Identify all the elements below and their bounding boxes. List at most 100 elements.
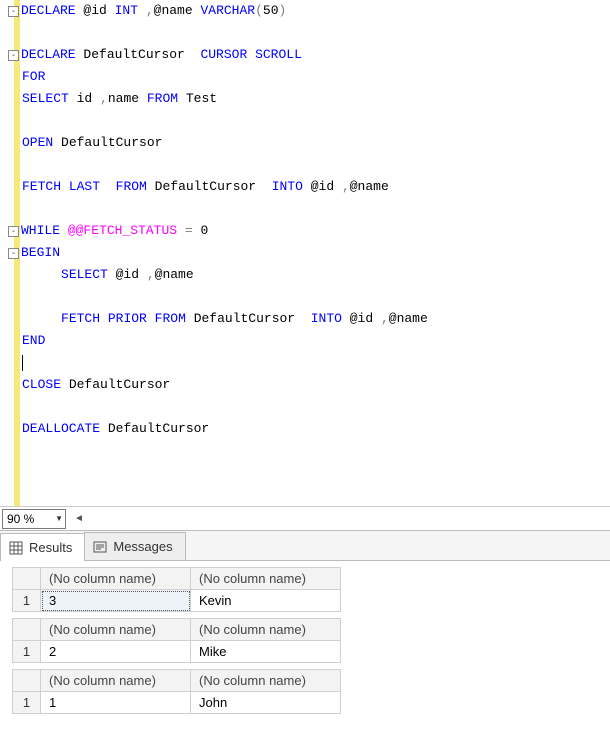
tab-results[interactable]: Results — [0, 533, 85, 561]
code-line[interactable]: OPEN DefaultCursor — [22, 132, 610, 154]
code-line[interactable]: END — [22, 330, 610, 352]
code-token: , — [147, 264, 155, 286]
code-line[interactable]: CLOSE DefaultCursor — [22, 374, 610, 396]
code-area[interactable]: -DECLARE @id INT ,@name VARCHAR(50) -DECL… — [20, 0, 610, 506]
row-number[interactable]: 1 — [13, 641, 41, 663]
column-header[interactable]: (No column name) — [191, 670, 341, 692]
code-token: @id — [108, 264, 147, 286]
cell[interactable]: 2 — [41, 641, 191, 663]
code-line[interactable]: DEALLOCATE DefaultCursor — [22, 418, 610, 440]
code-line[interactable] — [22, 110, 610, 132]
text-caret — [22, 355, 23, 371]
code-token: = — [185, 220, 193, 242]
code-token — [22, 264, 61, 286]
code-token: INTO — [311, 308, 342, 330]
code-token: Test — [178, 88, 217, 110]
code-token — [247, 44, 255, 66]
grid-corner — [13, 568, 41, 590]
code-token — [60, 220, 68, 242]
code-token: , — [381, 308, 389, 330]
code-token: LAST — [69, 176, 100, 198]
code-token: DEALLOCATE — [22, 418, 100, 440]
code-token: SELECT — [61, 264, 108, 286]
code-token: BEGIN — [21, 242, 60, 264]
zoom-select[interactable]: 90 % ▼ — [2, 509, 66, 529]
code-token — [100, 308, 108, 330]
tab-results-label: Results — [29, 540, 72, 555]
cell[interactable]: 3 — [41, 590, 191, 612]
row-number[interactable]: 1 — [13, 590, 41, 612]
code-token: FROM — [147, 88, 178, 110]
code-token: FETCH — [22, 176, 61, 198]
cell[interactable]: John — [191, 692, 341, 714]
code-token: FOR — [22, 66, 45, 88]
code-line[interactable]: -DECLARE DefaultCursor CURSOR SCROLL — [22, 44, 610, 66]
code-token: @name — [155, 264, 194, 286]
code-token — [61, 176, 69, 198]
code-line[interactable] — [22, 22, 610, 44]
code-line[interactable] — [22, 352, 610, 374]
code-line[interactable]: FETCH PRIOR FROM DefaultCursor INTO @id … — [22, 308, 610, 330]
chevron-down-icon: ▼ — [55, 514, 63, 523]
tab-messages-label: Messages — [113, 539, 172, 554]
code-line[interactable]: -DECLARE @id INT ,@name VARCHAR(50) — [22, 0, 610, 22]
code-token: @id — [76, 0, 115, 22]
code-token: CURSOR — [200, 44, 247, 66]
code-line[interactable]: SELECT @id ,@name — [22, 264, 610, 286]
column-header[interactable]: (No column name) — [41, 619, 191, 641]
tab-messages[interactable]: Messages — [84, 532, 185, 560]
column-header[interactable]: (No column name) — [191, 568, 341, 590]
code-token: DECLARE — [21, 0, 76, 22]
column-header[interactable]: (No column name) — [191, 619, 341, 641]
cell[interactable]: Mike — [191, 641, 341, 663]
code-token: id — [69, 88, 100, 110]
fold-toggle[interactable]: - — [8, 6, 19, 17]
grid-corner — [13, 670, 41, 692]
column-header[interactable]: (No column name) — [41, 568, 191, 590]
code-line[interactable]: FETCH LAST FROM DefaultCursor INTO @id ,… — [22, 176, 610, 198]
code-line[interactable] — [22, 286, 610, 308]
code-line[interactable] — [22, 396, 610, 418]
code-token — [147, 308, 155, 330]
sql-editor[interactable]: -DECLARE @id INT ,@name VARCHAR(50)-DECL… — [0, 0, 610, 506]
cell[interactable]: Kevin — [191, 590, 341, 612]
fold-toggle[interactable]: - — [8, 226, 19, 237]
scroll-left-icon: ◄ — [74, 512, 84, 526]
code-token — [22, 308, 61, 330]
code-line[interactable]: -WHILE @@FETCH_STATUS = 0 — [22, 220, 610, 242]
code-token: name — [108, 88, 147, 110]
code-token: INTO — [272, 176, 303, 198]
code-token: , — [146, 0, 154, 22]
result-grid[interactable]: (No column name)(No column name)13Kevin — [12, 567, 341, 612]
code-line[interactable]: -BEGIN — [22, 242, 610, 264]
result-grid[interactable]: (No column name)(No column name)12Mike — [12, 618, 341, 663]
column-header[interactable]: (No column name) — [41, 670, 191, 692]
code-token: WHILE — [21, 220, 60, 242]
code-line[interactable]: SELECT id ,name FROM Test — [22, 88, 610, 110]
grid-corner — [13, 619, 41, 641]
code-token: DefaultCursor — [147, 176, 272, 198]
code-token: ( — [255, 0, 263, 22]
code-line[interactable]: FOR — [22, 66, 610, 88]
code-token: 50 — [263, 0, 279, 22]
grid-icon — [9, 541, 23, 555]
code-token: CLOSE — [22, 374, 61, 396]
result-grid[interactable]: (No column name)(No column name)11John — [12, 669, 341, 714]
fold-toggle[interactable]: - — [8, 248, 19, 259]
code-token — [177, 220, 185, 242]
fold-toggle[interactable]: - — [8, 50, 19, 61]
code-line[interactable] — [22, 154, 610, 176]
hscroll-track[interactable]: ◄ — [70, 510, 610, 528]
code-token: DECLARE — [21, 44, 76, 66]
code-token: DefaultCursor — [76, 44, 201, 66]
results-pane: (No column name)(No column name)13Kevin(… — [0, 560, 610, 728]
results-tabs: Results Messages — [0, 530, 610, 560]
code-token: SCROLL — [255, 44, 302, 66]
code-token: 0 — [193, 220, 209, 242]
code-token: DefaultCursor — [53, 132, 162, 154]
code-token: , — [342, 176, 350, 198]
code-token: END — [22, 330, 45, 352]
code-line[interactable] — [22, 198, 610, 220]
cell[interactable]: 1 — [41, 692, 191, 714]
row-number[interactable]: 1 — [13, 692, 41, 714]
